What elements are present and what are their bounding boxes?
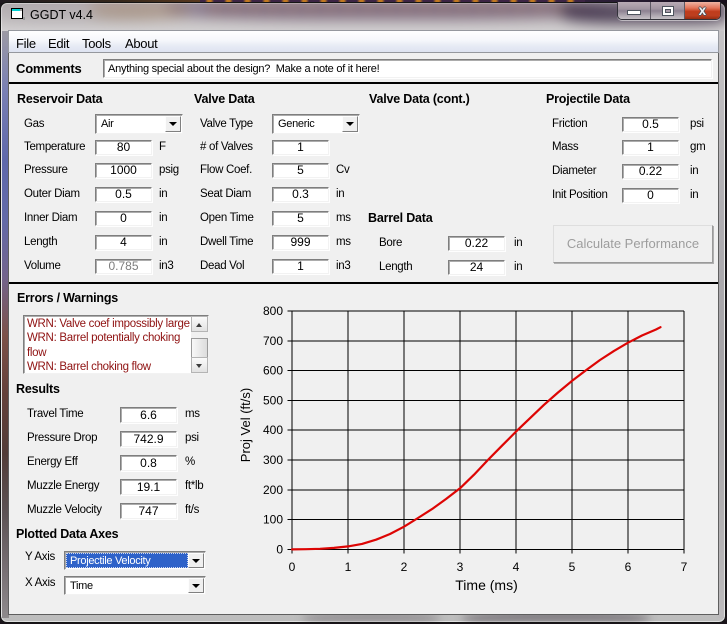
svg-text:0: 0 xyxy=(276,542,283,556)
svg-text:Proj Vel (ft/s): Proj Vel (ft/s) xyxy=(238,388,253,462)
svg-text:7: 7 xyxy=(681,560,688,574)
svg-text:4: 4 xyxy=(513,560,520,574)
svg-text:200: 200 xyxy=(263,483,283,497)
svg-text:1: 1 xyxy=(345,560,352,574)
svg-text:300: 300 xyxy=(263,453,283,467)
svg-text:400: 400 xyxy=(263,423,283,437)
svg-text:500: 500 xyxy=(263,393,283,407)
svg-text:100: 100 xyxy=(263,513,283,527)
svg-text:800: 800 xyxy=(263,304,283,318)
svg-text:6: 6 xyxy=(625,560,632,574)
svg-text:3: 3 xyxy=(457,560,464,574)
svg-text:2: 2 xyxy=(401,560,408,574)
svg-text:700: 700 xyxy=(263,334,283,348)
svg-text:Time (ms): Time (ms) xyxy=(455,577,517,593)
svg-text:0: 0 xyxy=(289,560,296,574)
svg-text:600: 600 xyxy=(263,364,283,378)
svg-text:5: 5 xyxy=(569,560,576,574)
